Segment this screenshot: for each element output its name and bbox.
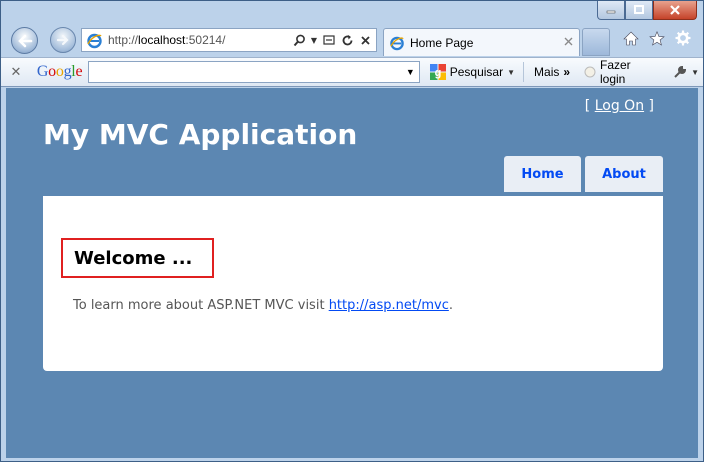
wrench-button[interactable]: ▼ xyxy=(669,60,703,84)
tab-title: Home Page xyxy=(410,35,474,50)
login-button-label: Fazer login xyxy=(600,58,631,86)
tab-home-page[interactable]: Home Page xyxy=(383,28,580,56)
search-icon[interactable] xyxy=(292,32,306,48)
google-toolbar: ✕ Google ▼ g Pesquisar ▼ Mais » Fazer lo… xyxy=(1,57,703,87)
minimize-button[interactable] xyxy=(597,1,625,20)
back-button[interactable] xyxy=(11,27,38,54)
google-search-icon: g xyxy=(429,64,446,80)
minimize-icon xyxy=(606,10,616,14)
svg-text:g: g xyxy=(434,67,441,79)
asp-net-mvc-link[interactable]: http://asp.net/mvc xyxy=(329,298,449,313)
main-panel: Welcome ... To learn more about ASP.NET … xyxy=(43,196,663,371)
navigation-bar: http://localhost:50214/ ▼ Home Page xyxy=(1,23,703,57)
chevron-down-icon[interactable]: ▼ xyxy=(310,32,318,48)
forward-arrow-icon xyxy=(56,34,69,46)
maximize-button[interactable] xyxy=(625,1,653,20)
ie-page-icon xyxy=(87,33,102,48)
google-search-input[interactable]: ▼ xyxy=(88,61,420,83)
learn-more-text: To learn more about ASP.NET MVC visit ht… xyxy=(73,298,453,313)
address-bar[interactable]: http://localhost:50214/ ▼ xyxy=(81,28,377,52)
close-window-button[interactable] xyxy=(653,1,697,20)
menu-tab-home[interactable]: Home xyxy=(504,156,581,192)
refresh-icon[interactable] xyxy=(340,32,354,48)
login-button[interactable]: Fazer login xyxy=(580,58,663,86)
ie-tab-icon xyxy=(390,36,404,50)
forward-button[interactable] xyxy=(50,27,76,53)
browser-window: http://localhost:50214/ ▼ Home Page ✕ Go… xyxy=(0,0,704,462)
page-content: [ Log On ] My MVC Application Home About… xyxy=(6,88,698,458)
welcome-highlight-box: Welcome ... xyxy=(61,238,214,278)
chevron-down-icon: ▼ xyxy=(507,67,516,77)
more-chevrons-icon: » xyxy=(563,65,571,79)
close-icon xyxy=(670,5,680,15)
compatibility-view-icon[interactable] xyxy=(322,32,336,48)
search-button-label: Pesquisar xyxy=(449,65,504,79)
new-tab-button[interactable] xyxy=(582,28,610,56)
toolbar-divider xyxy=(523,62,525,82)
home-icon[interactable] xyxy=(623,30,639,46)
site-title: My MVC Application xyxy=(43,118,358,151)
chevron-down-icon: ▼ xyxy=(691,67,700,77)
logon-display: [ Log On ] xyxy=(584,98,654,114)
back-arrow-icon xyxy=(17,34,32,47)
chevron-down-icon[interactable]: ▼ xyxy=(406,67,415,77)
maximize-icon xyxy=(634,5,644,14)
tab-close-icon[interactable] xyxy=(564,35,573,50)
gear-icon[interactable] xyxy=(675,30,691,46)
google-logo: Google xyxy=(36,63,83,80)
menu-tab-about[interactable]: About xyxy=(585,156,663,192)
more-button[interactable]: Mais » xyxy=(530,60,574,84)
welcome-heading: Welcome ... xyxy=(74,247,193,269)
login-circle-icon xyxy=(584,66,596,78)
logon-link[interactable]: Log On xyxy=(595,98,644,114)
search-button[interactable]: g Pesquisar ▼ xyxy=(426,60,519,84)
toolbar-close-icon[interactable]: ✕ xyxy=(5,64,27,80)
more-button-label: Mais xyxy=(534,65,560,79)
window-caption-buttons xyxy=(597,1,697,20)
address-url: http://localhost:50214/ xyxy=(108,33,226,47)
stop-icon[interactable] xyxy=(358,32,372,48)
wrench-icon xyxy=(674,65,687,78)
favorites-star-icon[interactable] xyxy=(649,30,665,46)
